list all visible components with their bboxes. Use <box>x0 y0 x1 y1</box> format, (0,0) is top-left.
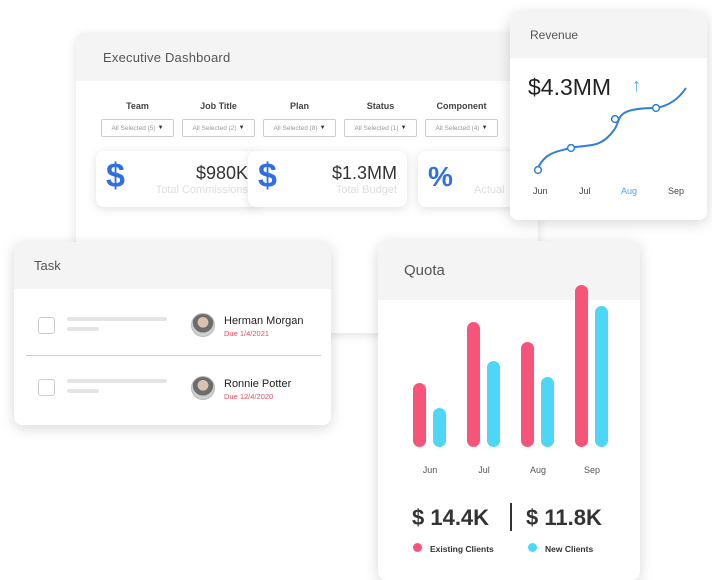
task-checkbox[interactable] <box>38 379 55 396</box>
bar-new-sep[interactable] <box>595 306 608 447</box>
bar-existing-aug[interactable] <box>521 341 534 447</box>
executive-dashboard-title: Executive Dashboard <box>103 49 231 65</box>
x-tick-label: Jun <box>422 465 438 475</box>
dollar-icon: $ <box>258 157 277 195</box>
percent-icon: % <box>428 161 453 192</box>
filter-select-team[interactable]: All Selected (5) ▼ <box>101 119 174 137</box>
bar-existing-sep[interactable] <box>575 284 588 447</box>
task-assignee: Herman Morgan <box>224 315 304 327</box>
kpi-value: $980K <box>195 163 248 183</box>
bar-existing-jun[interactable] <box>413 382 426 447</box>
task-title: Task <box>34 258 61 273</box>
filter-label: Job Title <box>200 101 237 111</box>
existing-clients-total: $ 14.4K <box>412 505 490 530</box>
bar-existing-jul[interactable] <box>467 322 480 447</box>
legend-label-new: New Clients <box>545 544 594 554</box>
filter-value: All Selected (2) <box>192 124 237 132</box>
kpi-value: $1.3MM <box>331 163 397 183</box>
filter-bar: Team All Selected (5) ▼ Job Title All Sel… <box>100 101 499 137</box>
quota-header: Quota <box>378 241 640 300</box>
filter-label: Status <box>366 101 395 111</box>
x-tick-label: Jul <box>478 465 490 475</box>
revenue-month-label: Sep <box>668 186 685 196</box>
revenue-card: Revenue $4.3MM ↑ Jun Jul Aug Sep <box>510 12 707 220</box>
kpi-label: Total Commissions <box>155 184 248 196</box>
filter-label: Team <box>126 101 149 111</box>
caret-down-icon: ▼ <box>481 125 488 131</box>
executive-dashboard-header: Executive Dashboard <box>76 33 538 81</box>
legend-dot-existing <box>413 543 422 552</box>
filter-select-status[interactable]: All Selected (1) ▼ <box>344 119 417 137</box>
filter-value: All Selected (4) <box>435 124 480 132</box>
kpi-label: Total Budget <box>335 184 397 196</box>
kpi-total-commissions[interactable]: $ $980K Total Commissions <box>96 151 258 207</box>
filter-component: Component All Selected (4) ▼ <box>424 101 499 137</box>
filter-value: All Selected (8) <box>273 124 318 132</box>
revenue-point-jul <box>566 143 576 153</box>
kpi-total-budget[interactable]: $ $1.3MM Total Budget <box>248 151 407 207</box>
placeholder-line <box>67 317 167 321</box>
revenue-point-jun <box>533 165 543 175</box>
placeholder-line <box>67 327 99 331</box>
filter-plan: Plan All Selected (8) ▼ <box>262 101 337 137</box>
task-header: Task <box>14 242 331 289</box>
avatar <box>191 313 215 337</box>
filter-team: Team All Selected (5) ▼ <box>100 101 175 137</box>
placeholder-line <box>67 379 167 383</box>
revenue-month-label-active[interactable]: Aug <box>621 186 637 196</box>
revenue-point-sep <box>651 103 661 113</box>
filter-job-title: Job Title All Selected (2) ▼ <box>181 101 256 137</box>
revenue-point-aug <box>610 114 620 124</box>
filter-label: Component <box>436 101 487 111</box>
task-card: Task Herman Morgan Due 1/4/2021 Ronnie P… <box>14 242 331 425</box>
list-item: Herman Morgan Due 1/4/2021 <box>14 289 331 349</box>
x-tick-label: Sep <box>583 465 600 475</box>
x-tick-label: Aug <box>529 465 546 475</box>
new-clients-total: $ 11.8K <box>526 505 602 530</box>
caret-down-icon: ▼ <box>238 125 245 131</box>
filter-value: All Selected (5) <box>111 124 156 132</box>
task-due-date: Due 12/4/2020 <box>224 392 274 401</box>
quota-card: Quota Jun Jul Aug Sep $ 14.4K $ 11.8K Exist… <box>378 241 640 580</box>
bar-new-aug[interactable] <box>541 376 554 447</box>
revenue-month-label: Jun <box>533 186 548 196</box>
task-due-date: Due 1/4/2021 <box>224 329 270 338</box>
task-assignee: Ronnie Potter <box>224 378 292 390</box>
revenue-line <box>535 87 687 173</box>
avatar <box>191 376 215 400</box>
filter-select-job-title[interactable]: All Selected (2) ▼ <box>182 119 255 137</box>
kpi-label: Actual <box>474 184 505 196</box>
dollar-icon: $ <box>106 157 125 195</box>
bar-new-jul[interactable] <box>487 361 500 447</box>
quota-title: Quota <box>404 262 445 279</box>
caret-down-icon: ▼ <box>157 125 164 131</box>
legend-label-existing: Existing Clients <box>430 544 494 554</box>
caret-down-icon: ▼ <box>319 125 326 131</box>
total-separator <box>510 503 512 531</box>
filter-select-plan[interactable]: All Selected (8) ▼ <box>263 119 336 137</box>
filter-select-component[interactable]: All Selected (4) ▼ <box>425 119 498 137</box>
placeholder-line <box>67 389 99 393</box>
task-checkbox[interactable] <box>38 317 55 334</box>
revenue-month-label: Jul <box>579 186 591 196</box>
list-item: Ronnie Potter Due 12/4/2020 <box>14 356 331 416</box>
caret-down-icon: ▼ <box>400 125 407 131</box>
filter-value: All Selected (1) <box>354 124 399 132</box>
legend-dot-new <box>528 543 537 552</box>
filter-status: Status All Selected (1) ▼ <box>343 101 418 137</box>
filter-label: Plan <box>289 101 309 111</box>
bar-new-jun[interactable] <box>433 407 446 447</box>
